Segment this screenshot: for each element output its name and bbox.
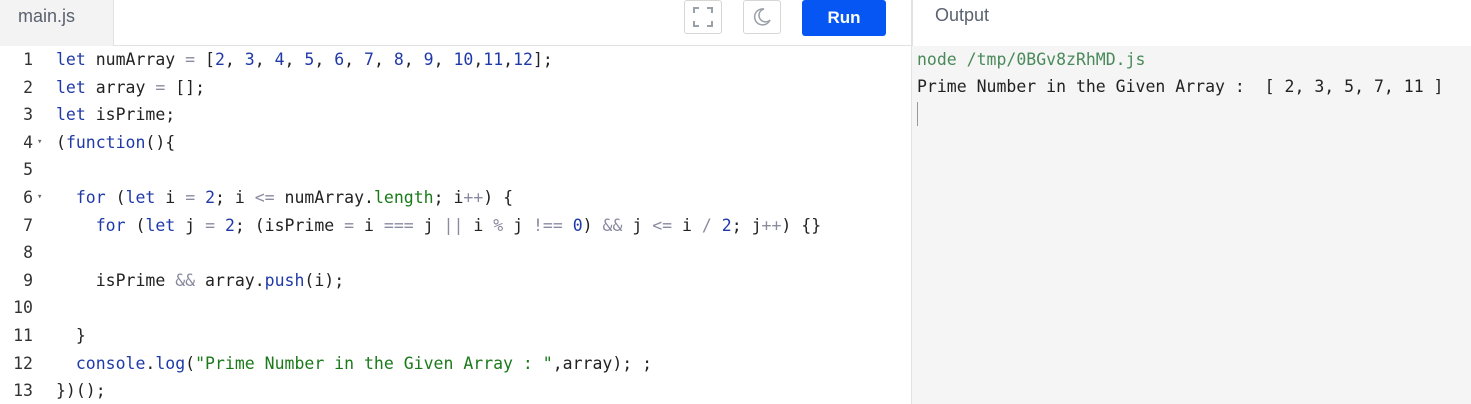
output-cursor [917,102,918,126]
code-text: console.log("Prime Number in the Given A… [75,353,653,373]
output-panel: node /tmp/0BGv8zRhMD.js Prime Number in … [912,46,1471,404]
code-text: let array = []; [56,77,206,97]
line-number: 9 [23,270,33,290]
line-number: 5 [23,160,33,180]
line-number: 10 [13,298,33,318]
code-text: })(); [56,381,106,401]
code-line[interactable]: 4 ▾ (function(){ [0,129,911,156]
line-number: 12 [13,353,33,373]
line-number: 11 [13,326,33,345]
moon-icon [753,8,771,26]
line-number: 3 [23,105,33,125]
tab-label: main.js [18,6,76,26]
run-button[interactable]: Run [802,0,886,36]
fullscreen-icon [693,7,713,27]
code-text: isPrime && array.push(i); [56,270,345,290]
code-text: for (let j = 2; (isPrime = i === j || i … [95,215,822,235]
code-line[interactable]: 8 [0,239,911,266]
fullscreen-button[interactable] [684,0,722,34]
theme-toggle-button[interactable] [743,0,781,34]
output-result: Prime Number in the Given Array : [ 2, 3… [917,77,1444,96]
output-header: Output [912,0,1471,46]
line-number: 2 [23,77,33,97]
code-line[interactable]: 6 ▾ for (let i = 2; i <= numArray.length;… [0,184,911,211]
code-line[interactable]: 10 [0,294,911,321]
fold-arrow-icon[interactable]: ▾ [37,184,42,211]
code-line[interactable]: 9 isPrime && array.push(i); [0,267,911,294]
line-number: 6 [23,188,33,207]
tab-main-js[interactable]: main.js [0,0,114,46]
code-text: let isPrime; [56,105,176,125]
line-number: 13 [13,381,33,401]
code-text: } [56,326,86,345]
code-text: let numArray = [2, 3, 4, 5, 6, 7, 8, 9, … [56,50,553,69]
line-number: 4 [23,132,33,152]
line-number: 1 [23,50,33,69]
output-title: Output [935,5,990,25]
output-command: node /tmp/0BGv8zRhMD.js [917,50,1146,69]
line-number: 8 [23,243,33,263]
code-line[interactable]: 1 let numArray = [2, 3, 4, 5, 6, 7, 8, 9,… [0,46,911,73]
code-line[interactable]: 2 let array = []; [0,74,911,101]
code-text: (function(){ [56,132,176,152]
code-line[interactable]: 3 let isPrime; [0,101,911,128]
fold-arrow-icon[interactable]: ▾ [37,129,42,156]
code-line[interactable]: 11 } [0,322,911,349]
code-line[interactable]: 7 for (let j = 2; (isPrime = i === j || … [0,212,911,239]
code-editor[interactable]: 1 let numArray = [2, 3, 4, 5, 6, 7, 8, 9,… [0,46,911,404]
line-number: 7 [23,215,33,235]
code-text: for (let i = 2; i <= numArray.length; i+… [75,188,514,207]
code-line[interactable]: 13 })(); [0,377,911,404]
code-line[interactable]: 12 console.log("Prime Number in the Give… [0,350,911,377]
code-line[interactable]: 5 [0,156,911,183]
